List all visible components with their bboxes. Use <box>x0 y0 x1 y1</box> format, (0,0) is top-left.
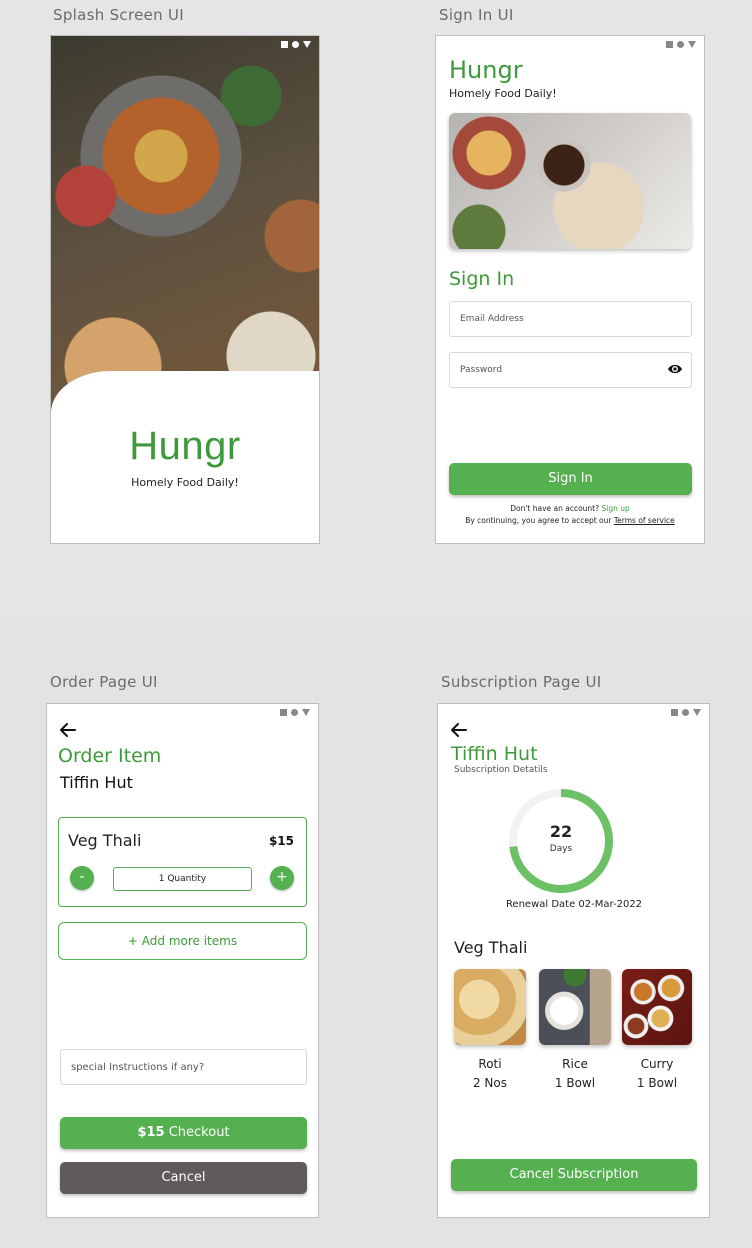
increase-quantity-button[interactable]: + <box>270 866 294 890</box>
no-account-text: Don't have an account? <box>510 504 600 513</box>
status-circle-icon <box>677 41 684 48</box>
splash-screen: Hungr Homely Food Daily! <box>50 35 320 544</box>
email-input[interactable] <box>450 302 691 336</box>
signin-label: Sign In UI <box>439 6 514 24</box>
back-arrow-icon[interactable] <box>59 722 77 738</box>
status-square-icon <box>666 41 673 48</box>
back-arrow-icon[interactable] <box>450 722 468 738</box>
decrease-quantity-button[interactable]: - <box>70 866 94 890</box>
status-triangle-icon <box>302 709 310 716</box>
status-triangle-icon <box>303 41 311 48</box>
terms-link[interactable]: Terms of service <box>614 516 675 525</box>
item-price: $15 <box>268 834 294 848</box>
terms-notice: By continuing, you agree to accept our T… <box>436 516 704 525</box>
renewal-date: Renewal Date 02-Mar-2022 <box>505 899 643 910</box>
days-remaining-ring <box>509 789 613 893</box>
status-triangle-icon <box>688 41 696 48</box>
dish-quantity: 1 Bowl <box>554 1076 596 1090</box>
checkout-label: Checkout <box>168 1125 230 1140</box>
status-square-icon <box>280 709 287 716</box>
breakfast-hero-image <box>449 113 691 249</box>
rice-image <box>539 969 611 1045</box>
food-hero-image <box>51 36 319 416</box>
dish-roti: Roti 2 Nos <box>454 969 526 1090</box>
tagline: Homely Food Daily! <box>131 476 239 489</box>
email-field <box>449 301 692 337</box>
subscription-label: Subscription Page UI <box>441 673 602 691</box>
instructions-input[interactable] <box>61 1050 306 1084</box>
status-triangle-icon <box>693 709 701 716</box>
roti-image <box>454 969 526 1045</box>
restaurant-name: Tiffin Hut <box>60 773 133 792</box>
signup-prompt: Don't have an account? Sign up <box>436 504 704 513</box>
dish-name: Curry <box>640 1057 674 1071</box>
eye-icon[interactable] <box>667 363 683 375</box>
quantity-display[interactable]: 1 Quantity <box>113 867 252 891</box>
dish-name: Rice <box>562 1057 588 1071</box>
cancel-subscription-button[interactable]: Cancel Subscription <box>451 1159 697 1191</box>
order-screen: Order Item Tiffin Hut Veg Thali $15 - 1 … <box>46 703 319 1218</box>
app-logo-text: Hungr <box>129 424 241 468</box>
signup-link[interactable]: Sign up <box>602 504 630 513</box>
order-label: Order Page UI <box>50 673 158 691</box>
add-more-items-button[interactable]: + Add more items <box>58 922 307 960</box>
status-circle-icon <box>291 709 298 716</box>
checkout-price: $15 <box>137 1125 165 1140</box>
status-square-icon <box>671 709 678 716</box>
page-title: Tiffin Hut <box>451 743 538 765</box>
page-title: Order Item <box>58 745 162 767</box>
order-item-card: Veg Thali $15 - 1 Quantity + <box>58 817 307 907</box>
password-field <box>449 352 692 388</box>
password-input[interactable] <box>450 353 691 387</box>
dish-rice: Rice 1 Bowl <box>539 969 611 1090</box>
status-square-icon <box>281 41 288 48</box>
status-circle-icon <box>292 41 299 48</box>
splash-label: Splash Screen UI <box>53 6 185 24</box>
meal-name: Veg Thali <box>454 938 528 957</box>
terms-prefix: By continuing, you agree to accept our <box>465 516 612 525</box>
status-bar <box>281 41 311 48</box>
tagline: Homely Food Daily! <box>449 87 557 100</box>
dish-quantity: 1 Bowl <box>636 1076 678 1090</box>
status-bar <box>671 709 701 716</box>
checkout-button[interactable]: $15 Checkout <box>60 1117 307 1149</box>
dish-curry: Curry 1 Bowl <box>622 969 692 1090</box>
curry-image <box>622 969 692 1045</box>
dish-name: Roti <box>478 1057 502 1071</box>
status-bar <box>666 41 696 48</box>
days-label: Days <box>549 844 573 854</box>
cancel-button[interactable]: Cancel <box>60 1162 307 1194</box>
subscription-screen: Tiffin Hut Subscription Detatils 22 Days… <box>437 703 710 1218</box>
signin-button[interactable]: Sign In <box>449 463 692 495</box>
page-subtitle: Subscription Detatils <box>454 765 548 775</box>
status-bar <box>280 709 310 716</box>
item-name: Veg Thali <box>68 831 142 850</box>
app-logo-text: Hungr <box>449 56 523 84</box>
signin-screen: Hungr Homely Food Daily! Sign In Sign In… <box>435 35 705 544</box>
days-remaining-value: 22 <box>549 822 573 841</box>
status-circle-icon <box>682 709 689 716</box>
instructions-field <box>60 1049 307 1085</box>
signin-heading: Sign In <box>449 268 515 290</box>
dish-quantity: 2 Nos <box>472 1076 508 1090</box>
